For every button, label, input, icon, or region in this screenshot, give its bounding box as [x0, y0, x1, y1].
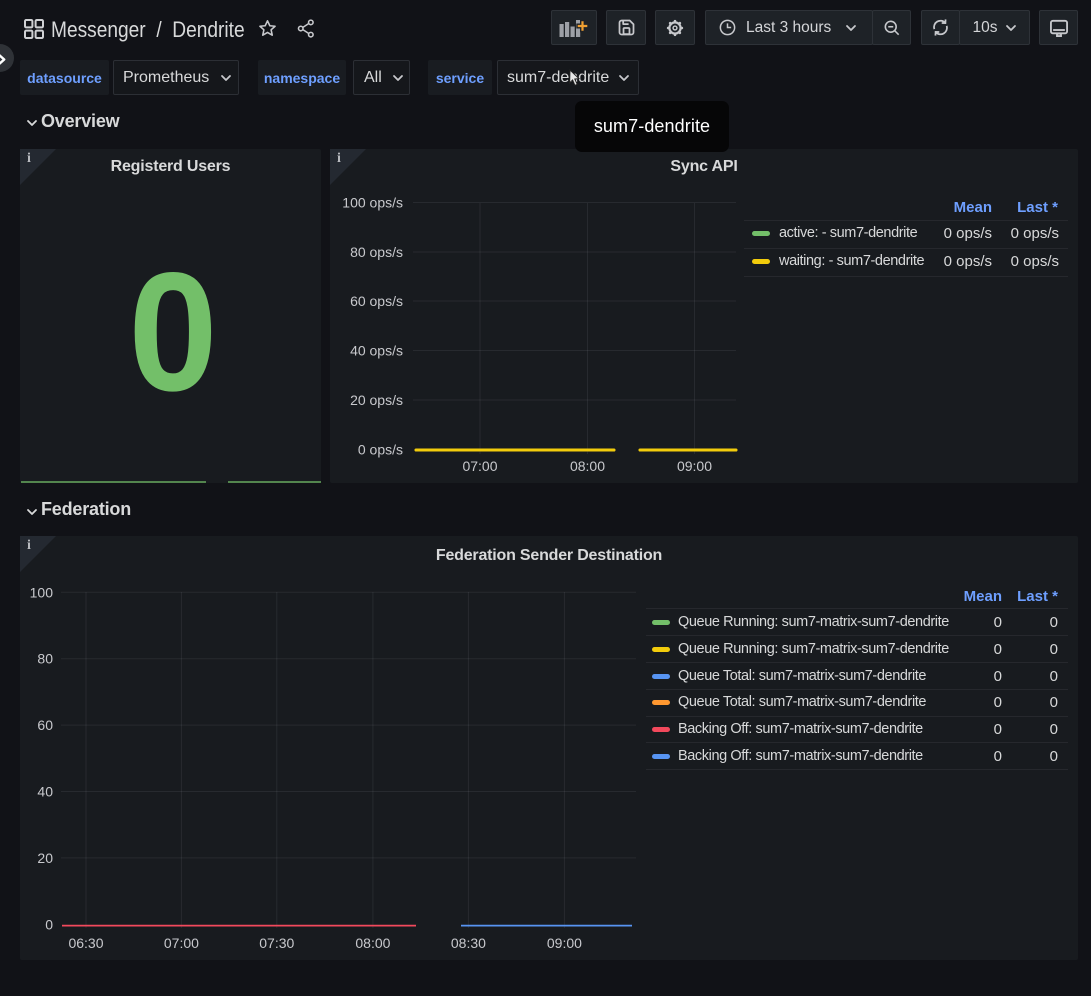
- svg-text:08:00: 08:00: [570, 458, 605, 474]
- svg-text:07:30: 07:30: [259, 935, 294, 951]
- svg-text:100 ops/s: 100 ops/s: [342, 195, 403, 211]
- svg-text:08:30: 08:30: [451, 935, 486, 951]
- svg-text:20: 20: [37, 850, 53, 866]
- svg-text:40 ops/s: 40 ops/s: [350, 343, 403, 359]
- svg-text:09:00: 09:00: [677, 458, 712, 474]
- svg-text:0 ops/s: 0 ops/s: [358, 442, 403, 458]
- svg-text:20 ops/s: 20 ops/s: [350, 392, 403, 408]
- svg-text:0: 0: [45, 916, 53, 932]
- svg-text:60 ops/s: 60 ops/s: [350, 293, 403, 309]
- svg-text:07:00: 07:00: [462, 458, 497, 474]
- svg-text:60: 60: [37, 717, 53, 733]
- svg-text:40: 40: [37, 784, 53, 800]
- svg-text:80: 80: [37, 651, 53, 667]
- svg-text:07:00: 07:00: [164, 935, 199, 951]
- svg-text:06:30: 06:30: [68, 935, 103, 951]
- svg-text:08:00: 08:00: [355, 935, 390, 951]
- svg-text:09:00: 09:00: [547, 935, 582, 951]
- svg-text:80 ops/s: 80 ops/s: [350, 244, 403, 260]
- svg-text:100: 100: [30, 584, 54, 600]
